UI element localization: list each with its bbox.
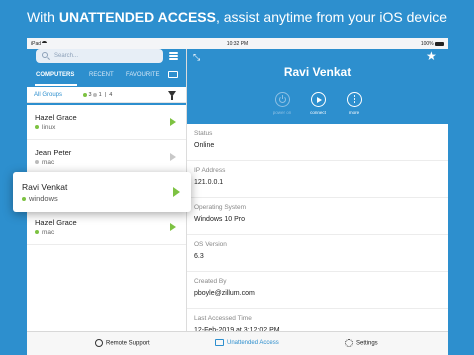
tab-unattended-access-label: Unattended Access xyxy=(227,340,279,347)
field-status: Status Online xyxy=(187,124,448,161)
connect-label: connect xyxy=(310,110,326,115)
all-groups-dropdown[interactable]: All Groups xyxy=(34,92,62,98)
field-label: Created By xyxy=(194,278,227,285)
field-ip-address: IP Address 121.0.0.1 xyxy=(187,161,448,198)
power-icon xyxy=(278,95,286,103)
online-dot-icon xyxy=(35,230,39,235)
total-count: 4 xyxy=(109,92,113,98)
detail-computer-name: Ravi Venkat xyxy=(283,65,352,79)
power-on-button[interactable]: power on xyxy=(262,92,302,115)
list-view-icon[interactable] xyxy=(169,52,178,60)
computer-os: mac xyxy=(35,159,54,166)
computer-os: linux xyxy=(35,124,55,131)
field-value: 6.3 xyxy=(194,253,204,260)
filter-funnel-icon[interactable] xyxy=(168,91,176,100)
promo-bold: UNATTENDED ACCESS xyxy=(58,9,216,25)
computer-os-label: mac xyxy=(42,229,55,236)
online-dot-icon xyxy=(35,125,39,130)
power-on-label: power on xyxy=(272,110,292,115)
tab-settings[interactable]: Settings xyxy=(345,339,378,347)
more-icon xyxy=(353,95,356,97)
field-label: OS Version xyxy=(194,241,227,248)
list-item[interactable]: Hazel Grace mac xyxy=(27,210,186,245)
computer-name: Hazel Grace xyxy=(35,113,77,122)
selected-computer-card[interactable]: Ravi Venkat windows xyxy=(13,172,191,212)
gear-icon xyxy=(345,339,353,347)
more-label: more xyxy=(348,110,360,115)
computer-detail-panel: ⤡ ★ Ravi Venkat power on connect more St… xyxy=(187,49,448,346)
computer-os-label: windows xyxy=(29,194,58,203)
tab-remote-support-label: Remote Support xyxy=(106,340,150,347)
field-created-by: Created By pboyle@zillum.com xyxy=(187,272,448,309)
connect-play-icon[interactable] xyxy=(173,187,180,197)
status-counts: 3 1 | 4 xyxy=(83,92,112,98)
field-label: Last Accessed Time xyxy=(194,315,252,322)
tab-bar: COMPUTERS RECENT FAVOURITE xyxy=(27,69,186,86)
computer-os: mac xyxy=(35,229,54,236)
expand-icon[interactable]: ⤡ xyxy=(193,53,202,62)
filter-bar: All Groups 3 1 | 4 xyxy=(27,87,186,103)
battery-icon xyxy=(435,41,444,46)
offline-count: 1 xyxy=(98,92,102,98)
battery-percent: 100% xyxy=(420,41,434,47)
online-count: 3 xyxy=(88,92,92,98)
online-dot-icon xyxy=(83,92,87,97)
computer-os-label: linux xyxy=(42,124,56,131)
detail-fields: Status Online IP Address 121.0.0.1 Opera… xyxy=(187,124,448,346)
field-os-version: OS Version 6.3 xyxy=(187,235,448,272)
star-icon[interactable]: ★ xyxy=(426,50,437,62)
connect-play-icon[interactable] xyxy=(170,153,176,161)
monitor-icon xyxy=(215,339,224,346)
field-label: Operating System xyxy=(194,204,247,211)
field-value: Online xyxy=(194,142,215,149)
status-bar: iPad 10:32 PM 100% xyxy=(27,38,448,49)
promo-prefix: With xyxy=(26,9,59,25)
online-dot-icon xyxy=(22,197,26,202)
field-value: Windows 10 Pro xyxy=(194,216,245,223)
promo-banner: With UNATTENDED ACCESS, assist anytime f… xyxy=(0,9,474,25)
status-time: 10:32 PM xyxy=(226,41,249,47)
detail-header: ⤡ ★ Ravi Venkat power on connect more xyxy=(187,49,448,124)
computer-name: Jean Peter xyxy=(35,148,72,157)
field-operating-system: Operating System Windows 10 Pro xyxy=(187,198,448,235)
tab-recent[interactable]: RECENT xyxy=(89,72,114,78)
computer-os: windows xyxy=(22,194,58,203)
search-placeholder: Search... xyxy=(54,53,79,59)
field-value: 121.0.0.1 xyxy=(194,179,224,186)
list-item[interactable]: Hazel Grace linux xyxy=(27,105,186,140)
connect-play-icon[interactable] xyxy=(170,223,176,231)
tab-favourite[interactable]: FAVOURITE xyxy=(126,72,160,78)
tab-unattended-access[interactable]: Unattended Access xyxy=(215,339,279,346)
field-label: IP Address xyxy=(194,167,226,174)
field-label: Status xyxy=(194,130,213,137)
active-tab-indicator xyxy=(35,84,77,86)
status-battery: 100% xyxy=(421,41,444,47)
search-icon xyxy=(42,52,48,58)
computer-os-label: mac xyxy=(42,159,55,166)
play-icon xyxy=(316,96,322,103)
more-button[interactable]: more xyxy=(334,92,374,115)
field-value: pboyle@zillum.com xyxy=(194,290,255,297)
tab-settings-label: Settings xyxy=(356,340,378,347)
offline-dot-icon xyxy=(93,92,98,97)
tab-remote-support[interactable]: Remote Support xyxy=(95,339,150,347)
computer-name: Ravi Venkat xyxy=(22,182,68,192)
offline-dot-icon xyxy=(35,160,39,165)
computer-name: Hazel Grace xyxy=(35,218,77,227)
globe-icon xyxy=(95,339,103,347)
monitor-icon[interactable] xyxy=(168,71,178,78)
search-input[interactable]: Search... xyxy=(36,49,163,63)
promo-suffix: , assist anytime from your iOS device xyxy=(215,9,448,25)
list-item[interactable]: Jean Peter mac xyxy=(27,140,186,175)
tab-computers[interactable]: COMPUTERS xyxy=(36,72,74,78)
connect-play-icon[interactable] xyxy=(170,118,176,126)
bottom-tab-bar: Remote Support Unattended Access Setting… xyxy=(27,331,448,355)
connect-button[interactable]: connect xyxy=(298,92,338,115)
